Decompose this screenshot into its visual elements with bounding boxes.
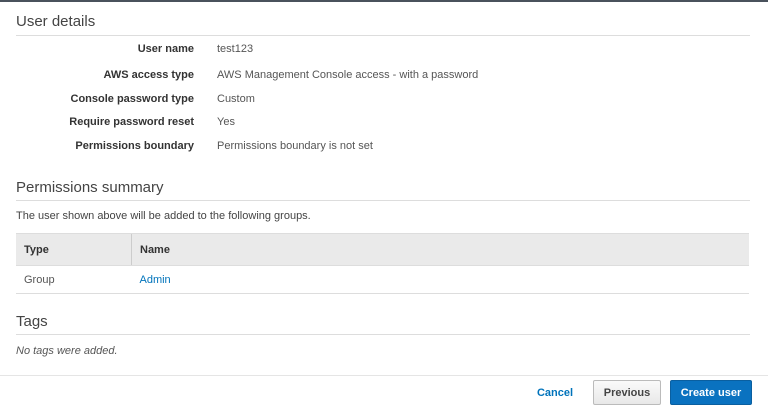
top-border [0, 0, 768, 2]
tags-heading: Tags [16, 313, 48, 330]
value-access-type: AWS Management Console access - with a p… [217, 69, 479, 81]
cancel-button[interactable]: Cancel [530, 380, 580, 405]
value-password-reset: Yes [217, 116, 235, 128]
no-tags-text: No tags were added. [16, 345, 118, 357]
value-user-name: test123 [217, 43, 254, 55]
groups-table: Type Name Group Admin [16, 233, 749, 294]
table-row: Group Admin [16, 265, 749, 294]
value-password-type: Custom [217, 93, 255, 105]
value-permissions-boundary: Permissions boundary is not set [217, 140, 373, 152]
label-password-reset: Require password reset [69, 116, 194, 128]
column-name[interactable]: Name [131, 233, 749, 266]
column-type[interactable]: Type [16, 233, 132, 266]
divider [16, 35, 750, 36]
label-user-name: User name [137, 43, 194, 55]
create-user-button[interactable]: Create user [670, 380, 752, 405]
divider [16, 200, 750, 201]
label-permissions-boundary: Permissions boundary [75, 140, 194, 152]
user-details-heading: User details [16, 13, 96, 30]
permissions-description: The user shown above will be added to th… [16, 210, 311, 222]
cell-type: Group [16, 265, 132, 294]
divider [16, 334, 750, 335]
table-header: Type Name [16, 233, 749, 266]
label-access-type: AWS access type [103, 69, 195, 81]
footer-divider [0, 375, 768, 376]
permissions-summary-heading: Permissions summary [16, 179, 164, 196]
group-link-admin[interactable]: Admin [140, 274, 171, 286]
label-password-type: Console password type [70, 93, 194, 105]
previous-button[interactable]: Previous [593, 380, 661, 405]
